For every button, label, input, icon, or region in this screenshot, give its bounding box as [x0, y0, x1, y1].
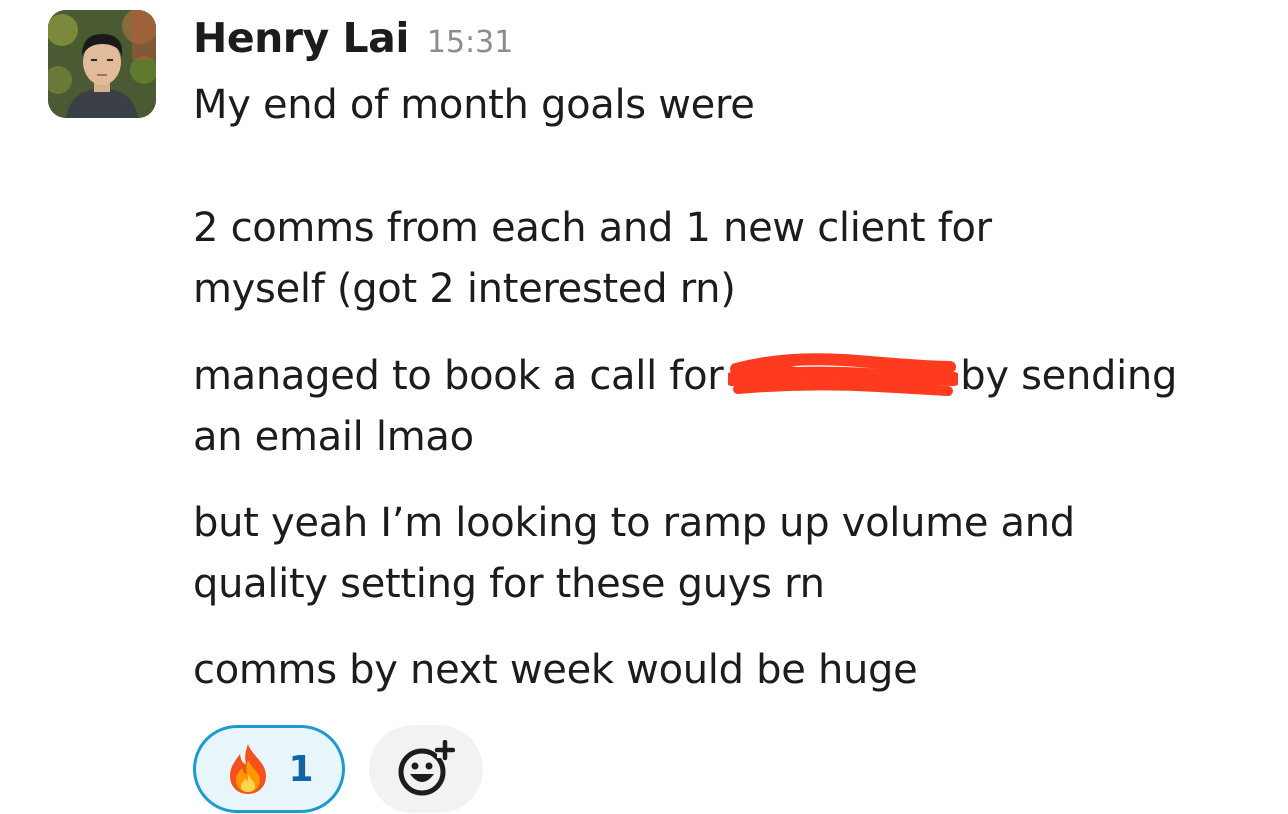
message-text: managed to book a call for: [193, 353, 724, 399]
reactions-bar: 1: [193, 725, 483, 813]
timestamp[interactable]: 15:31: [427, 25, 513, 60]
fire-emoji-icon: [230, 744, 267, 794]
avatar[interactable]: [48, 10, 156, 118]
reaction-count: 1: [288, 748, 314, 790]
message-line: quality setting for these guys rn: [193, 561, 825, 607]
message-line: comms by next week would be huge: [193, 647, 918, 693]
message-line: an email lmao: [193, 414, 474, 460]
message-line: myself (got 2 interested rn): [193, 266, 736, 312]
message-text: by sending: [960, 353, 1178, 399]
message-line: My end of month goals were: [193, 82, 755, 128]
message: Henry Lai 15:31 My end of month goals we…: [0, 0, 1288, 814]
reaction-fire[interactable]: 1: [193, 725, 345, 813]
avatar-photo: [48, 10, 156, 118]
add-reaction-button[interactable]: [369, 725, 483, 813]
message-line: but yeah I’m looking to ramp up volume a…: [193, 500, 1075, 546]
message-header: Henry Lai 15:31: [193, 14, 513, 68]
redaction-scribble: [727, 353, 958, 396]
sender-name[interactable]: Henry Lai: [193, 14, 409, 62]
add-reaction-icon: [398, 740, 455, 796]
message-line: managed to book a call for by sending: [193, 346, 1177, 406]
message-line: 2 comms from each and 1 new client for: [193, 205, 992, 251]
